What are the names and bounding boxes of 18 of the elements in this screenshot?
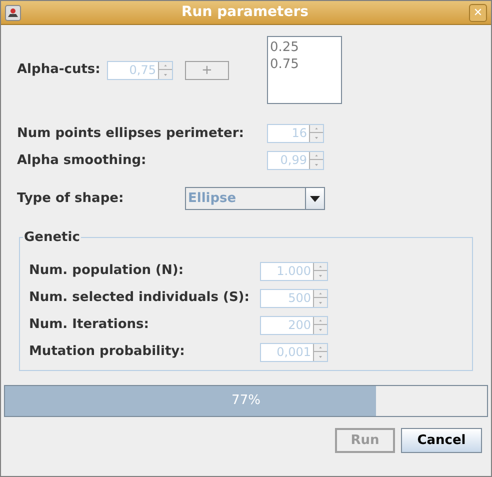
field-label: Num points ellipses perimeter: — [17, 124, 245, 143]
progress-text: 77% — [230, 392, 262, 410]
caret-icon — [310, 196, 320, 202]
field-label: Mutation probability: — [29, 343, 186, 362]
field-label: Type of shape: — [17, 190, 125, 208]
window-title: Run parameters — [180, 3, 310, 22]
field-label: Alpha smoothing: — [17, 152, 148, 170]
field-label: Num. selected individuals (S): — [29, 289, 250, 308]
value-list[interactable]: 0.25 0.75 — [267, 36, 342, 104]
dialog-button[interactable]: Cancel — [401, 428, 482, 453]
field-label: Num. Iterations: — [29, 316, 150, 334]
group-title: Genetic — [23, 229, 81, 247]
close-button[interactable]: ✕ — [469, 4, 487, 22]
field-label: Num. population (N): — [29, 262, 185, 280]
app-icon — [5, 4, 21, 20]
field-label: Alpha-cuts: — [17, 61, 102, 80]
list-item[interactable]: 0.75 — [270, 56, 339, 73]
list-item[interactable]: 0.25 — [270, 39, 339, 56]
